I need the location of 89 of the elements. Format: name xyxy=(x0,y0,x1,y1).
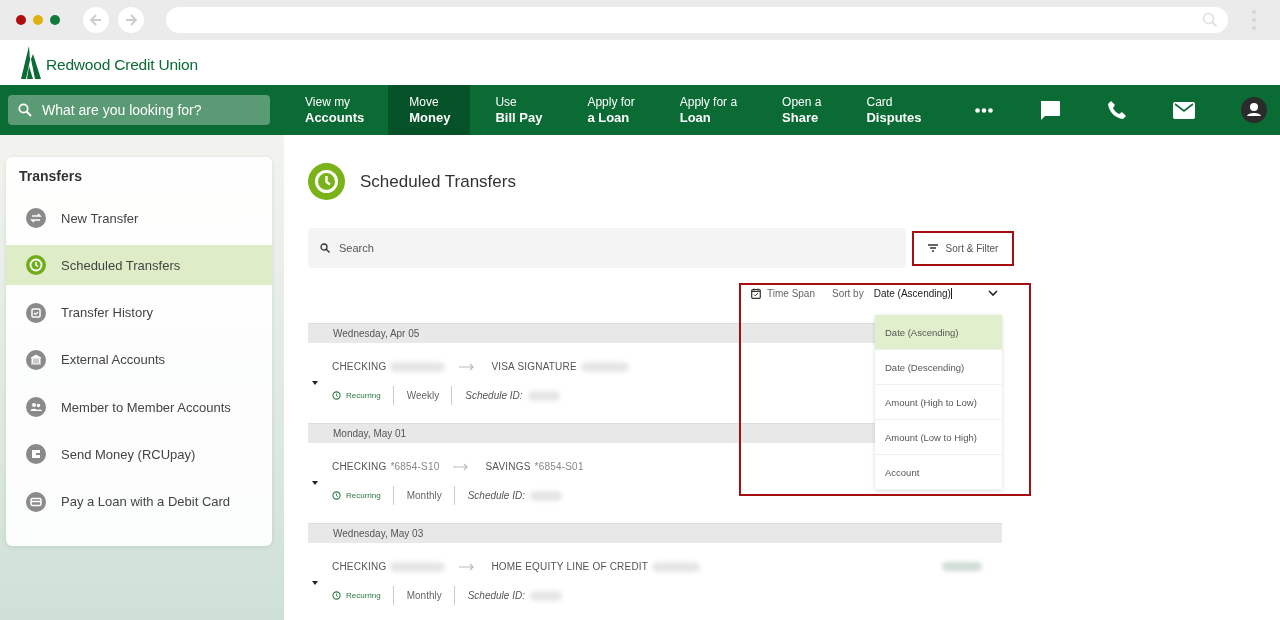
blurred-value xyxy=(527,390,560,401)
frequency-label: Weekly xyxy=(406,390,440,401)
account-name: CHECKING xyxy=(332,361,387,372)
date-label: Wednesday, May 03 xyxy=(333,528,424,539)
blurred-value xyxy=(390,561,446,572)
sidebar-item[interactable]: Scheduled Transfers xyxy=(6,245,272,286)
account-number: *6854-S10 xyxy=(390,461,440,472)
forward-arrow-icon xyxy=(123,12,139,28)
clock-icon xyxy=(26,255,46,276)
phone-icon[interactable] xyxy=(1107,100,1127,120)
send-money-icon xyxy=(26,444,46,465)
sidebar-title: Transfers xyxy=(19,168,84,184)
blurred-value xyxy=(580,361,629,372)
caret-down-icon[interactable] xyxy=(312,581,318,585)
sidebar-item[interactable]: Pay a Loan with a Debit Card xyxy=(6,481,272,522)
blurred-value xyxy=(652,561,701,572)
right-arrow-icon xyxy=(459,562,476,571)
sort-option[interactable]: Amount (Low to High) xyxy=(875,420,1002,455)
blurred-value xyxy=(529,590,562,601)
sort-filter-button[interactable]: Sort & Filter xyxy=(912,230,1014,266)
close-window-dot[interactable] xyxy=(16,15,26,25)
calendar-check-icon xyxy=(751,287,761,299)
schedule-id-label: Schedule ID: xyxy=(465,390,523,401)
search-field[interactable]: Search xyxy=(308,228,906,268)
sort-option[interactable]: Amount (High to Low) xyxy=(875,385,1002,420)
maximize-window-dot[interactable] xyxy=(50,15,60,25)
nav-link[interactable]: Apply for a Loan xyxy=(658,85,758,135)
recurring-label: Recurring xyxy=(346,591,381,600)
sidebar-item[interactable]: External Accounts xyxy=(6,339,272,380)
sidebar-item[interactable]: Send Money (RCUpay) xyxy=(6,434,272,475)
page-title: Scheduled Transfers xyxy=(360,171,516,192)
tree-logo-icon xyxy=(21,46,41,79)
chevron-down-icon xyxy=(987,290,998,296)
recurring-label: Recurring xyxy=(346,491,381,500)
schedule-id-label: Schedule ID: xyxy=(467,590,525,601)
account-name: HOME EQUITY LINE OF CREDIT xyxy=(491,561,649,572)
frequency-label: Monthly xyxy=(406,590,442,601)
date-label: Monday, May 01 xyxy=(333,428,407,439)
filter-icon xyxy=(927,244,938,252)
clock-icon xyxy=(332,391,341,400)
back-arrow-icon xyxy=(88,12,104,28)
sort-option[interactable]: Date (Descending) xyxy=(875,350,1002,385)
minimize-window-dot[interactable] xyxy=(33,15,43,25)
account-name: SAVINGS xyxy=(485,461,531,472)
nav-link[interactable]: Use Bill Pay xyxy=(474,85,563,135)
account-number: *6854-S01 xyxy=(534,461,584,472)
frequency-label: Monthly xyxy=(406,490,442,501)
calendar-check-icon xyxy=(26,302,46,323)
sort-by-select[interactable]: Date (Ascending) xyxy=(873,287,1002,299)
mail-icon[interactable] xyxy=(1173,101,1195,119)
schedule-id-label: Schedule ID: xyxy=(467,490,525,501)
right-arrow-icon xyxy=(459,362,476,371)
time-span-button[interactable]: Time Span xyxy=(751,287,815,299)
search-icon xyxy=(18,103,32,117)
sort-by-label: Sort by xyxy=(832,287,864,299)
swap-arrows-icon xyxy=(26,208,46,228)
search-icon xyxy=(320,243,330,253)
blurred-value xyxy=(529,490,562,501)
clock-icon xyxy=(308,163,345,200)
more-icon[interactable] xyxy=(975,107,993,113)
nav-link[interactable]: Open a Share xyxy=(761,85,842,135)
people-icon xyxy=(26,397,46,418)
account-name: CHECKING xyxy=(332,461,387,472)
caret-down-icon[interactable] xyxy=(312,381,318,385)
bank-icon xyxy=(26,349,46,370)
nav-link[interactable]: Apply for a Loan xyxy=(566,85,655,135)
nav-link[interactable]: Card Disputes xyxy=(845,85,942,135)
sidebar-item[interactable]: Transfer History xyxy=(6,292,272,333)
account-name: CHECKING xyxy=(332,561,387,572)
account-name: VISA SIGNATURE xyxy=(491,361,577,372)
card-icon xyxy=(26,491,46,512)
site-search-field[interactable]: What are you looking for? xyxy=(8,95,270,125)
sidebar-item[interactable]: New Transfer xyxy=(6,198,272,238)
sort-option[interactable]: Account xyxy=(875,455,1002,490)
right-arrow-icon xyxy=(453,462,470,471)
recurring-label: Recurring xyxy=(346,391,381,400)
sidebar-item[interactable]: Member to Member Accounts xyxy=(6,387,272,428)
date-label: Wednesday, Apr 05 xyxy=(333,328,420,339)
nav-link[interactable]: View my Accounts xyxy=(284,85,385,135)
logo-text: Redwood Credit Union xyxy=(46,55,198,74)
search-icon xyxy=(1202,12,1218,28)
blurred-value xyxy=(390,361,446,372)
clock-icon xyxy=(332,491,341,500)
chat-icon[interactable] xyxy=(1039,99,1061,121)
caret-down-icon[interactable] xyxy=(312,481,318,485)
nav-link[interactable]: Move Money xyxy=(388,85,471,135)
sort-option[interactable]: Date (Ascending) xyxy=(875,315,1002,350)
account-avatar-icon[interactable] xyxy=(1241,97,1267,123)
clock-icon xyxy=(332,591,341,600)
